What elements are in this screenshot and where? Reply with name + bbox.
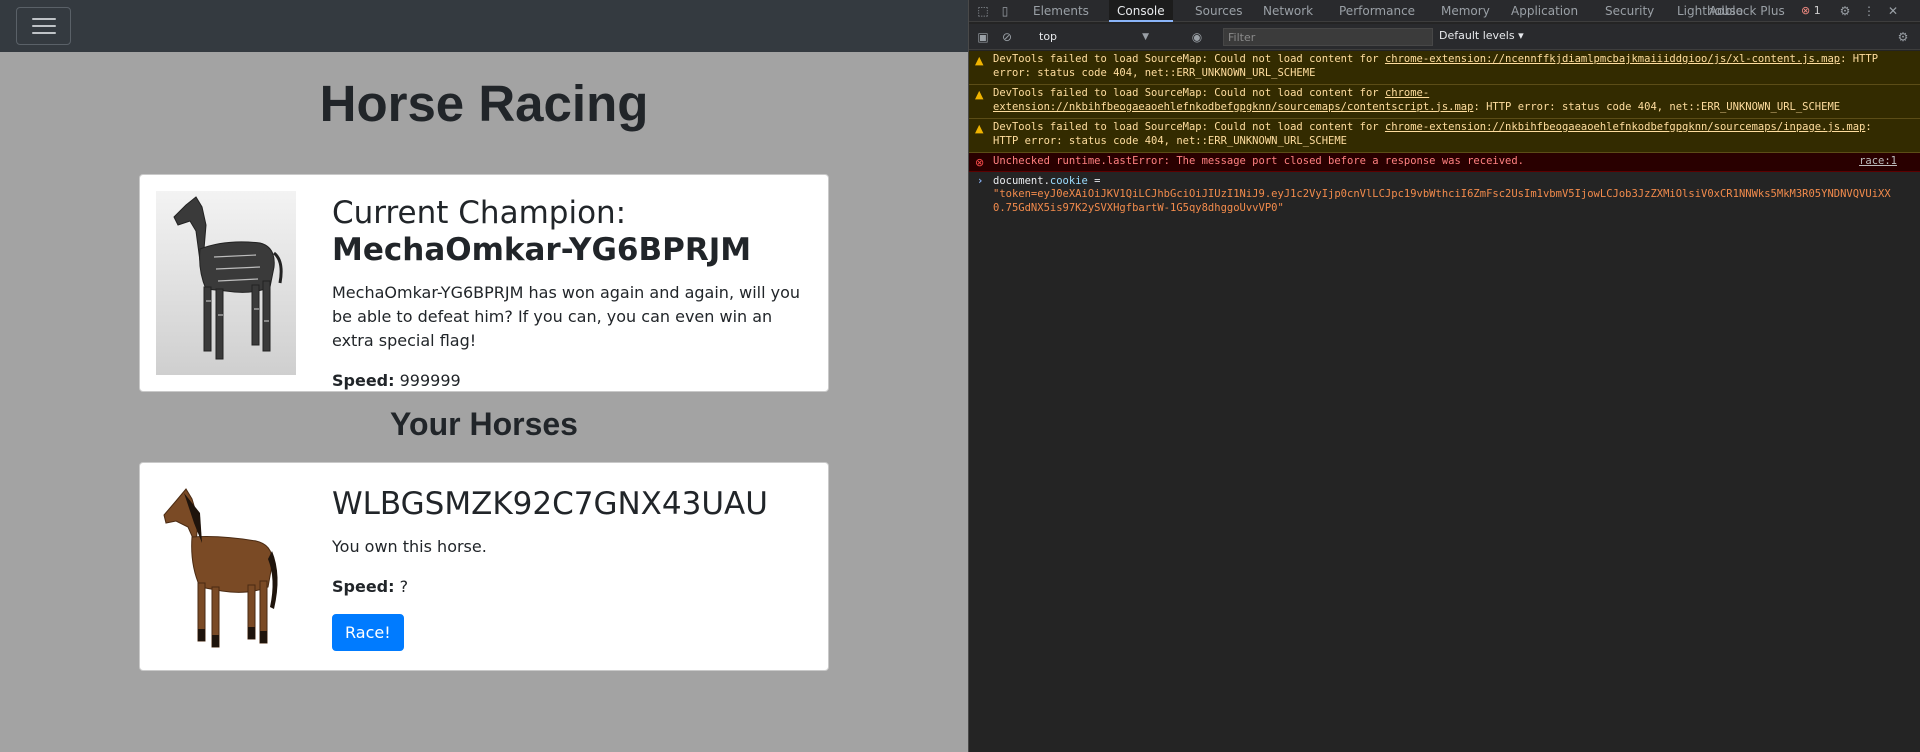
warning-icon: ▲ <box>975 54 984 67</box>
champion-description: MechaOmkar-YG6BPRJM has won again and ag… <box>332 283 801 350</box>
console-error: ⊗ Unchecked runtime.lastError: The messa… <box>969 153 1920 172</box>
champion-card: Current Champion: MechaOmkar-YG6BPRJM Me… <box>139 174 829 392</box>
console-output: ▲ DevTools failed to load SourceMap: Cou… <box>969 51 1920 218</box>
error-circle-icon: ⊗ <box>1801 4 1811 17</box>
race-button[interactable]: Race! <box>332 614 404 651</box>
console-toolbar: ▣ ⊘ top ▼ ◉ Default levels ▾ ⚙ <box>969 24 1920 50</box>
your-horses-heading: Your Horses <box>390 406 578 442</box>
context-selector[interactable]: top ▼ <box>1039 27 1149 47</box>
error-text: Unchecked runtime.lastError: The message… <box>993 155 1525 167</box>
prompt-chevron-icon: › <box>977 174 984 187</box>
sourcemap-link[interactable]: chrome-extension://nkbihfbeogaeaoehlefnk… <box>1385 121 1865 133</box>
champion-heading-label: Current Champion: <box>332 195 627 231</box>
console-input-entry: › document.cookie = "token=eyJ0eXAiOiJKV… <box>977 174 1891 214</box>
horse-card-body: WLBGSMZK92C7GNX43UAU You own this horse.… <box>332 485 810 651</box>
tab-security[interactable]: Security <box>1597 0 1662 22</box>
tab-memory[interactable]: Memory <box>1433 0 1498 22</box>
tab-performance[interactable]: Performance <box>1331 0 1423 22</box>
champion-heading: Current Champion: MechaOmkar-YG6BPRJM <box>332 195 810 269</box>
horse-name: WLBGSMZK92C7GNX43UAU <box>332 486 768 522</box>
log-levels-value: Default levels <box>1439 29 1515 42</box>
cookie-value[interactable]: "token=eyJ0eXAiOiJKV1QiLCJhbGciOiJIUzI1N… <box>993 188 1891 214</box>
tab-application[interactable]: Application <box>1503 0 1586 22</box>
expr-operator: = <box>1087 174 1101 187</box>
error-count: 1 <box>1813 4 1821 17</box>
expr-object: document <box>993 174 1044 187</box>
more-options-icon[interactable]: ⋮ <box>1861 3 1877 19</box>
console-warning: ▲ DevTools failed to load SourceMap: Cou… <box>969 85 1920 119</box>
tab-network[interactable]: Network <box>1255 0 1321 22</box>
horse-description: You own this horse. <box>332 537 487 556</box>
error-count-badge[interactable]: ⊗ 1 <box>1801 0 1821 22</box>
horse-speed: Speed: ? <box>332 577 810 596</box>
horse-card: WLBGSMZK92C7GNX43UAU You own this horse.… <box>139 462 829 671</box>
settings-gear-icon[interactable]: ⚙ <box>1837 3 1853 19</box>
warning-icon: ▲ <box>975 88 984 101</box>
clear-console-icon[interactable]: ⊘ <box>999 29 1015 45</box>
brown-horse-icon <box>163 488 278 648</box>
tab-sources[interactable]: Sources <box>1187 0 1250 22</box>
navbar <box>0 0 968 52</box>
warning-icon: ▲ <box>975 122 984 135</box>
device-toolbar-icon[interactable]: ▯ <box>997 3 1013 19</box>
champion-speed-value: 999999 <box>399 371 461 390</box>
console-settings-gear-icon[interactable]: ⚙ <box>1895 29 1911 45</box>
close-devtools-icon[interactable]: ✕ <box>1885 3 1901 19</box>
tab-adblock-plus[interactable]: Adblock Plus <box>1701 0 1793 22</box>
horse-speed-value: ? <box>399 577 409 596</box>
console-warning: ▲ DevTools failed to load SourceMap: Cou… <box>969 119 1920 153</box>
horse-speed-label: Speed: <box>332 577 395 596</box>
champion-card-body: Current Champion: MechaOmkar-YG6BPRJM Me… <box>332 195 810 390</box>
inspect-element-icon[interactable]: ⬚ <box>975 3 991 19</box>
devtools-panel: ⬚ ▯ Elements Console Sources Network Per… <box>968 0 1920 752</box>
sidebar-toggle-icon[interactable]: ▣ <box>975 29 991 45</box>
console-warning: ▲ DevTools failed to load SourceMap: Cou… <box>969 51 1920 85</box>
horse-image <box>156 479 296 655</box>
console-filter-input[interactable] <box>1223 28 1433 46</box>
champion-speed-label: Speed: <box>332 371 395 390</box>
tab-elements[interactable]: Elements <box>1025 0 1097 22</box>
expr-property: cookie <box>1049 174 1088 187</box>
sourcemap-link[interactable]: chrome-extension://ncennffkjdiamlpmcbajk… <box>1385 53 1840 65</box>
log-levels-dropdown[interactable]: Default levels ▾ <box>1439 29 1524 42</box>
hamburger-menu-icon[interactable] <box>16 7 71 45</box>
devtools-tab-bar: ⬚ ▯ Elements Console Sources Network Per… <box>969 0 1920 22</box>
page-title: Horse Racing <box>319 75 649 132</box>
robot-horse-icon <box>173 196 283 360</box>
champion-speed: Speed: 999999 <box>332 371 810 390</box>
levels-dropdown-arrow-icon: ▾ <box>1518 29 1524 42</box>
champion-name: MechaOmkar-YG6BPRJM <box>332 232 752 268</box>
champion-horse-image <box>156 191 296 375</box>
error-icon: ⊗ <box>975 156 985 169</box>
tab-console[interactable]: Console <box>1109 0 1173 22</box>
error-source-link[interactable]: race:1 <box>1859 155 1897 169</box>
live-expression-eye-icon[interactable]: ◉ <box>1189 29 1205 45</box>
web-page: Horse Racing Current Champion: MechaOmka… <box>0 0 968 752</box>
dropdown-arrow-icon: ▼ <box>1142 32 1149 42</box>
context-selector-value: top <box>1039 30 1058 43</box>
